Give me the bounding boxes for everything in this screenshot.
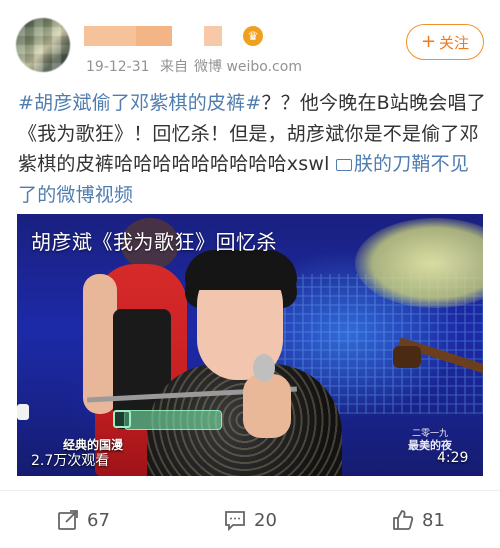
comment-count: 20	[254, 509, 277, 531]
like-count: 81	[422, 509, 445, 531]
video-duration: 4:29	[437, 450, 469, 466]
repost-icon	[57, 509, 79, 531]
danmaku-icon	[113, 410, 131, 428]
post-meta: 19-12-31 来自 微博 weibo.com	[86, 56, 308, 76]
singer-hand	[243, 374, 291, 438]
comment-icon	[224, 509, 246, 531]
repost-button[interactable]: 67	[57, 509, 110, 531]
repost-count: 67	[87, 509, 110, 531]
topic-link[interactable]: #胡彦斌偷了邓紫棋的皮裤#	[18, 92, 261, 114]
danmaku-bar	[124, 410, 222, 430]
comment-button[interactable]: 20	[224, 509, 277, 531]
post-date: 19-12-31	[86, 59, 150, 75]
username-redacted[interactable]	[84, 26, 242, 46]
follow-button[interactable]: + 关注	[406, 24, 484, 60]
source-prefix: 来自	[160, 59, 188, 75]
video-player[interactable]: 胡彦斌《我为歌狂》回忆杀 经典的国漫 2.7万次观看 二零一九 最美的夜 4:2…	[17, 214, 483, 476]
like-button[interactable]: 81	[392, 509, 445, 531]
post-header: ♛ 19-12-31 来自 微博 weibo.com + 关注	[0, 0, 500, 84]
video-title: 胡彦斌《我为歌狂》回忆杀	[31, 230, 277, 254]
follow-label: 关注	[439, 33, 470, 52]
guitar-head	[393, 346, 421, 368]
vip-crown-icon: ♛	[243, 26, 263, 46]
thumbs-up-icon	[392, 509, 414, 531]
action-bar: 67 20 81	[0, 490, 500, 548]
post-text: #胡彦斌偷了邓紫棋的皮裤#？？他今晚在B站晚会唱了《我为歌狂》！回忆杀！但是，胡…	[18, 88, 488, 210]
post-source: 微博 weibo.com	[194, 59, 302, 75]
avatar[interactable]	[16, 18, 70, 72]
singer-fringe	[185, 250, 297, 290]
microphone	[253, 354, 275, 382]
video-link-icon	[335, 159, 352, 171]
view-count: 2.7万次观看	[31, 453, 110, 469]
stage-marker	[17, 404, 29, 420]
drummer-arm	[83, 274, 117, 414]
plus-icon: +	[420, 31, 437, 52]
